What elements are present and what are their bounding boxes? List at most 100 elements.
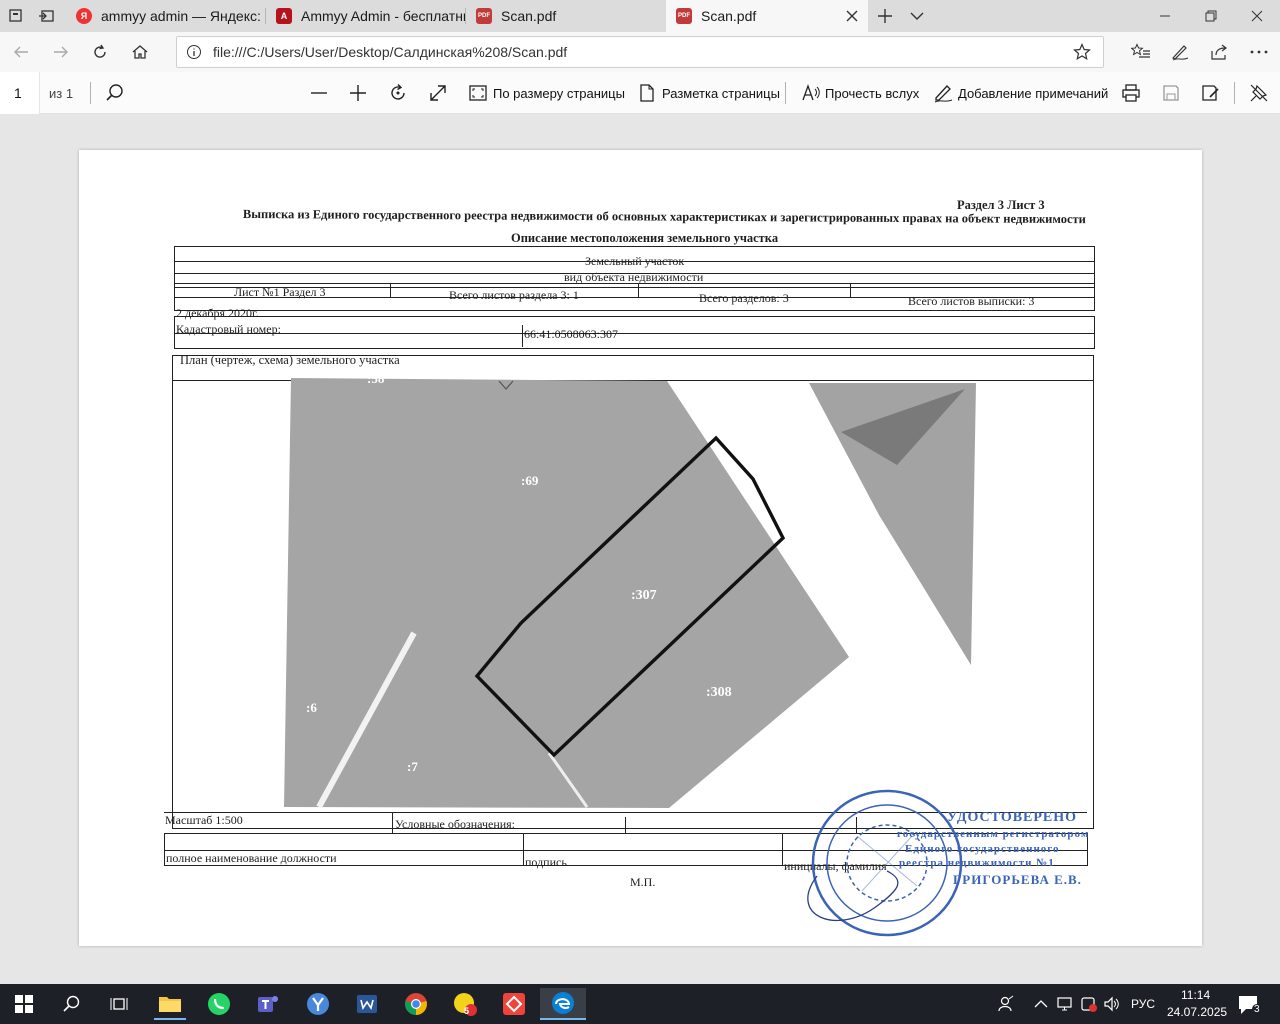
total-sheets: Всего листов выписки: 3	[908, 294, 1035, 308]
plot-label-6: :6	[306, 700, 317, 715]
fit-page-label: По размеру страницы	[493, 86, 625, 101]
plot-label-308: :308	[706, 685, 732, 700]
new-tab-icon[interactable]	[876, 7, 894, 25]
cadastral-number: 66:41:0508063:307	[524, 327, 619, 341]
1c-app-button[interactable]: 5	[449, 988, 481, 1020]
page-number-input[interactable]: 1	[0, 72, 40, 114]
chrome-icon	[405, 993, 427, 1015]
tab-scan-pdf-active[interactable]: PDF Scan.pdf	[666, 0, 868, 32]
yandex-icon: Я	[76, 8, 92, 24]
yandex-browser-button[interactable]	[302, 988, 334, 1020]
tab-title: Scan.pdf	[701, 8, 757, 24]
anydesk-button[interactable]	[498, 988, 530, 1020]
back-arrow-icon	[14, 46, 28, 58]
share-icon[interactable]	[1210, 43, 1230, 61]
fit-page-icon	[469, 85, 487, 101]
web-note-pen-icon[interactable]	[1170, 43, 1190, 61]
word-icon	[357, 995, 377, 1013]
unpin-toolbar-icon[interactable]	[1249, 83, 1269, 103]
minimize-button[interactable]	[1142, 0, 1188, 32]
restore-button[interactable]	[1188, 0, 1234, 32]
read-aloud-label: Прочесть вслух	[825, 86, 920, 101]
tab-list-chevron-icon[interactable]	[908, 7, 926, 25]
back-button[interactable]	[8, 39, 34, 65]
tab-actions-icon[interactable]	[7, 7, 25, 25]
zoom-out-icon[interactable]	[309, 83, 329, 103]
tab-title: Ammyy Admin - бесплатнь	[301, 8, 466, 24]
network-icon[interactable]	[1057, 996, 1075, 1012]
teams-icon	[258, 996, 278, 1012]
clock-date[interactable]: 24.07.2025	[1167, 1005, 1227, 1019]
url-text[interactable]: file:///C:/Users/User/Desktop/Салдинская…	[213, 44, 567, 60]
windows-logo-icon	[15, 995, 33, 1013]
tab-title: ammyy admin — Яндекс: на	[101, 8, 266, 24]
refresh-button[interactable]	[87, 39, 113, 65]
file-explorer-button[interactable]	[154, 988, 186, 1020]
total-sections: Всего разделов: 3	[699, 291, 789, 305]
page-total-label: из 1	[49, 86, 74, 101]
favorites-list-icon[interactable]	[1131, 43, 1151, 61]
pdf-page: Раздел 3 Лист 3 Выписка из Единого госуд…	[79, 150, 1202, 946]
read-aloud-icon	[802, 84, 820, 101]
page-layout-icon	[640, 84, 654, 102]
set-tabs-aside-icon[interactable]	[38, 7, 56, 25]
close-tab-icon[interactable]	[844, 8, 860, 24]
add-notes-label: Добавление примечаний	[958, 86, 1109, 101]
pdf-icon: PDF	[676, 8, 692, 24]
refresh-icon	[94, 44, 106, 58]
print-icon[interactable]	[1121, 83, 1141, 103]
yandex-browser-icon	[307, 993, 329, 1015]
sheets-in-section: Всего листов раздела 3: 1	[449, 288, 579, 302]
people-icon[interactable]	[997, 995, 1015, 1013]
save-as-icon[interactable]	[1200, 83, 1220, 103]
sheet-info: Лист №1 Раздел 3	[234, 285, 326, 299]
notification-count: 3	[1252, 1004, 1262, 1015]
close-icon	[1251, 10, 1263, 22]
close-window-button[interactable]	[1234, 0, 1280, 32]
legend-label: Условные обозначения:	[395, 817, 516, 831]
full-screen-icon[interactable]	[428, 83, 448, 103]
stamp-line-2: государственным регистратором	[897, 828, 1090, 840]
edge-button[interactable]	[540, 988, 586, 1020]
search-taskbar-button[interactable]	[56, 988, 88, 1020]
tab-scan-pdf[interactable]: PDF Scan.pdf	[466, 0, 666, 32]
input-language[interactable]: РУС	[1131, 997, 1155, 1011]
clock-time[interactable]: 11:14	[1181, 988, 1210, 1002]
zoom-in-icon[interactable]	[348, 83, 368, 103]
whatsapp-icon	[208, 993, 230, 1015]
show-hidden-icons-chevron-icon[interactable]	[1034, 998, 1048, 1010]
volume-icon[interactable]	[1103, 996, 1121, 1012]
start-button[interactable]	[8, 988, 40, 1020]
task-view-button[interactable]	[103, 988, 135, 1020]
chrome-button[interactable]	[400, 988, 432, 1020]
search-icon[interactable]	[105, 83, 125, 103]
document-subtitle: Описание местоположения земельного участ…	[511, 231, 779, 245]
rotate-icon[interactable]	[388, 83, 408, 103]
teams-button[interactable]	[252, 988, 284, 1020]
taskbar: 5 РУС 11:14 24.07.2025 3	[0, 984, 1280, 1024]
minimize-icon	[1160, 15, 1170, 17]
search-icon	[63, 995, 80, 1012]
tab-ammyy-admin[interactable]: A Ammyy Admin - бесплатнь	[266, 0, 466, 32]
app-badge-count: 5	[464, 1006, 470, 1016]
sync-error-icon[interactable]	[1080, 996, 1098, 1012]
plan-title: План (чертеж, схема) земельного участка	[180, 353, 400, 367]
object-type: Земельный участок	[585, 254, 685, 268]
plot-label-7: :7	[407, 759, 418, 774]
whatsapp-button[interactable]	[203, 988, 235, 1020]
cadastral-label: Кадастровый номер:	[176, 322, 281, 336]
plot-label-307: :307	[631, 588, 657, 603]
pdf-icon: PDF	[476, 8, 492, 24]
favorite-star-icon[interactable]	[1073, 43, 1091, 61]
save-icon[interactable]	[1161, 83, 1181, 103]
forward-button[interactable]	[48, 39, 74, 65]
seal-label: М.П.	[630, 875, 656, 889]
tab-bar: Я ammyy admin — Яндекс: на A Ammyy Admin…	[0, 0, 1280, 32]
home-button[interactable]	[127, 39, 153, 65]
word-button[interactable]	[351, 988, 383, 1020]
file-info-icon[interactable]	[186, 44, 202, 60]
folder-icon	[159, 997, 181, 1012]
tab-yandex-search[interactable]: Я ammyy admin — Яндекс: на	[66, 0, 266, 32]
pen-icon	[934, 85, 953, 103]
more-options-icon[interactable]	[1249, 43, 1269, 61]
